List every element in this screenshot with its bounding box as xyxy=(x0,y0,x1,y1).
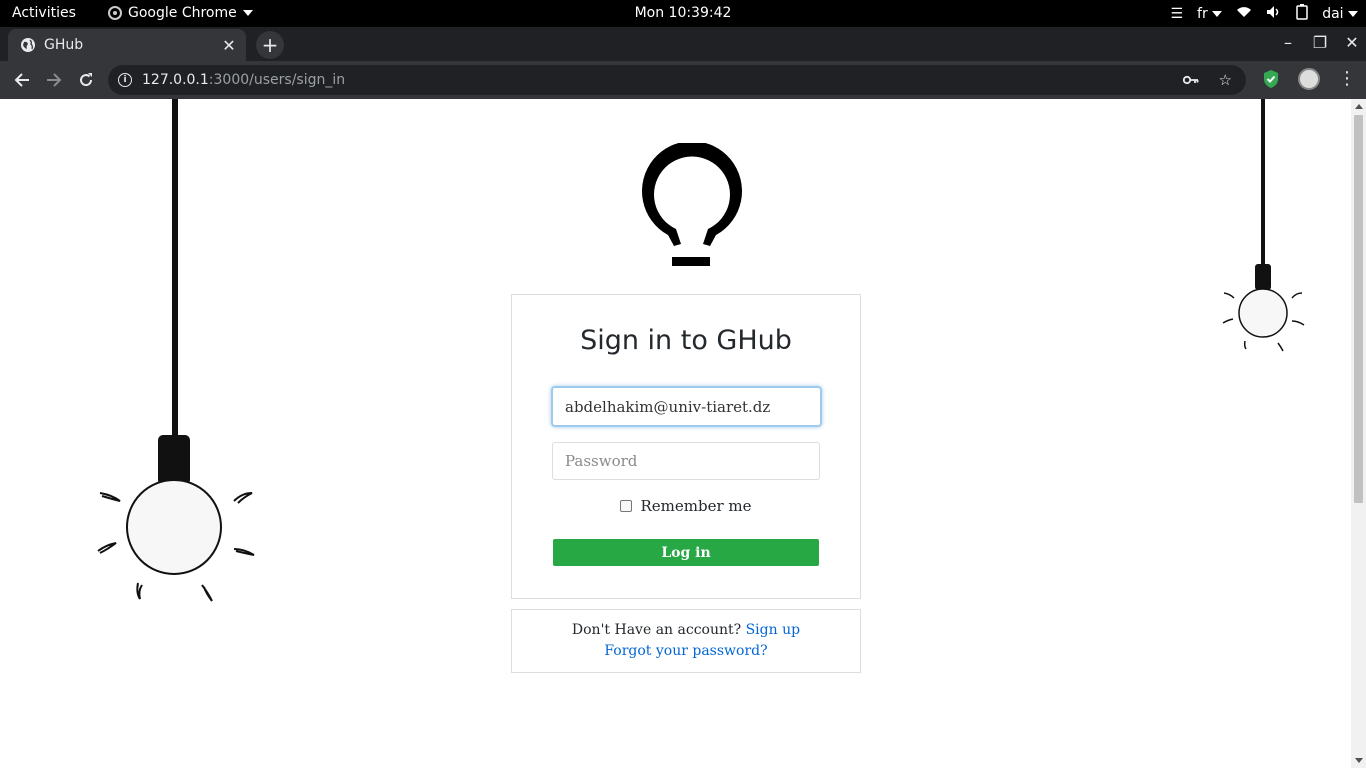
signup-row: Don't Have an account? Sign up xyxy=(512,622,860,638)
url-path: :3000/users/sign_in xyxy=(208,72,346,88)
menu-lines-icon[interactable]: ☰ xyxy=(1170,6,1183,22)
activities-button[interactable]: Activities xyxy=(12,5,76,21)
kebab-icon[interactable]: ⋮ xyxy=(1338,70,1356,88)
back-arrow-icon[interactable] xyxy=(10,68,34,92)
info-icon[interactable]: i xyxy=(118,73,132,87)
avatar[interactable] xyxy=(1298,68,1320,90)
omnibox-actions: ☆ xyxy=(1182,71,1232,89)
user-menu[interactable]: dai xyxy=(1322,6,1358,22)
key-icon[interactable] xyxy=(1182,71,1199,89)
browser-toolbar: i 127.0.0.1:3000/users/sign_in ☆ ⋮ xyxy=(0,61,1366,99)
remember-me-row: Remember me xyxy=(512,497,860,515)
page-scrollbar[interactable] xyxy=(1351,99,1366,768)
scroll-down-icon[interactable] xyxy=(1355,758,1363,763)
tab-ghub[interactable]: GHub ✕ xyxy=(8,29,246,61)
signup-link[interactable]: Sign up xyxy=(746,622,800,638)
new-tab-button[interactable]: + xyxy=(256,31,284,59)
app-menu[interactable]: Google Chrome xyxy=(108,5,253,21)
address-bar[interactable]: i 127.0.0.1:3000/users/sign_in ☆ xyxy=(108,65,1246,95)
remember-me-label[interactable]: Remember me xyxy=(640,497,751,515)
hanging-bulb-right-icon xyxy=(1222,99,1305,352)
lightbulb-logo-icon xyxy=(642,143,742,266)
chevron-down-icon xyxy=(1348,11,1358,17)
chevron-down-icon xyxy=(1212,11,1223,17)
keyboard-layout[interactable]: fr xyxy=(1197,6,1223,22)
system-top-bar: Activities Google Chrome Mon 10:39:42 ☰ … xyxy=(0,0,1366,27)
remember-me-checkbox[interactable] xyxy=(620,500,633,512)
password-field[interactable]: Password xyxy=(552,442,820,480)
close-window-icon[interactable]: ✕ xyxy=(1344,33,1360,52)
user-name: dai xyxy=(1322,6,1344,22)
star-icon[interactable]: ☆ xyxy=(1219,71,1232,89)
login-button[interactable]: Log in xyxy=(553,539,819,566)
battery-icon[interactable] xyxy=(1296,4,1308,24)
system-tray[interactable]: ☰ fr dai xyxy=(1170,4,1358,24)
chrome-icon xyxy=(108,6,122,20)
forgot-row: Forgot your password? xyxy=(512,643,860,659)
keyboard-layout-label: fr xyxy=(1197,6,1208,22)
scroll-up-icon[interactable] xyxy=(1355,104,1363,109)
globe-icon xyxy=(21,38,35,52)
url-host: 127.0.0.1 xyxy=(142,72,209,88)
restore-icon[interactable]: ❐ xyxy=(1312,33,1328,52)
close-tab-icon[interactable]: ✕ xyxy=(218,34,240,56)
forgot-password-link[interactable]: Forgot your password? xyxy=(604,643,767,659)
signin-card: Sign in to GHub abdelhakim@univ-tiaret.d… xyxy=(511,294,861,599)
shield-icon[interactable] xyxy=(1262,69,1280,89)
volume-icon[interactable] xyxy=(1266,5,1282,23)
email-field[interactable]: abdelhakim@univ-tiaret.dz xyxy=(551,386,822,427)
hanging-bulb-left-icon xyxy=(97,99,255,602)
chevron-down-icon xyxy=(242,10,253,16)
page-content: Sign in to GHub abdelhakim@univ-tiaret.d… xyxy=(0,99,1366,768)
window-controls: – ❐ ✕ xyxy=(1280,33,1360,52)
app-name: Google Chrome xyxy=(128,5,237,21)
tab-strip: GHub ✕ + – ❐ ✕ xyxy=(0,27,1366,61)
no-account-text: Don't Have an account? xyxy=(571,622,742,638)
reload-icon[interactable] xyxy=(74,68,98,92)
wifi-icon[interactable] xyxy=(1236,6,1252,22)
tab-title: GHub xyxy=(44,37,84,53)
minimize-icon[interactable]: – xyxy=(1280,33,1296,52)
account-links-card: Don't Have an account? Sign up Forgot yo… xyxy=(511,609,861,673)
page-title: Sign in to GHub xyxy=(580,325,792,356)
scrollbar-thumb[interactable] xyxy=(1354,115,1363,503)
forward-arrow-icon[interactable] xyxy=(42,68,66,92)
toolbar-right: ⋮ xyxy=(1262,68,1356,90)
